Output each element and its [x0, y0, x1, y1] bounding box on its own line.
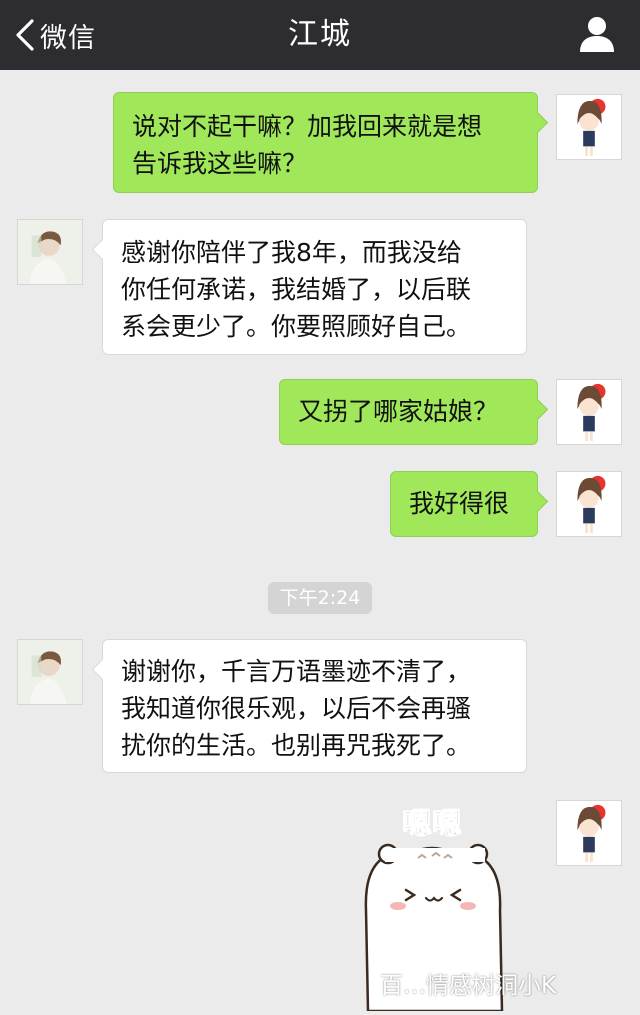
back-label: 微信 — [40, 22, 96, 54]
message-line: 扰你的生活。也别再咒我死了。 — [121, 731, 472, 760]
timestamp-label: 下午2:24 — [268, 582, 372, 614]
chat-info-button[interactable] — [578, 14, 616, 54]
chevron-left-icon — [16, 19, 34, 51]
incoming-message[interactable]: 感谢你陪伴了我8年，而我没给 你任何承诺，我结婚了，以后联 系会更少了。你要照顾… — [91, 219, 527, 355]
my-avatar[interactable] — [556, 94, 622, 160]
my-avatar[interactable] — [556, 471, 622, 537]
girl-avatar-image — [577, 804, 606, 863]
message-line: 又拐了哪家姑娘？ — [298, 397, 499, 426]
incoming-message[interactable]: 谢谢你，千言万语墨迹不清了， 我知道你很乐观，以后不会再骚 扰你的生活。也别再咒… — [91, 639, 527, 773]
message-line: 感谢你陪伴了我8年，而我没给 — [121, 238, 462, 267]
message-line: 我知道你很乐观，以后不会再骚 — [121, 694, 472, 723]
message-line: 说对不起干嘛？加我回来就是想 — [132, 112, 483, 141]
sticker-caption: 嗯嗯 — [402, 807, 462, 842]
message-line: 告诉我这些嘛？ — [132, 149, 308, 178]
girl-avatar-image — [577, 475, 606, 534]
chat-title: 江城 — [288, 17, 352, 52]
photo-avatar-image — [18, 220, 82, 284]
watermark-text: 百…情感树洞小K — [380, 973, 557, 999]
message-line: 谢谢你，千言万语墨迹不清了， — [121, 657, 472, 686]
contact-avatar[interactable] — [17, 219, 83, 285]
outgoing-message[interactable]: 我好得很 — [390, 471, 549, 537]
contact-avatar[interactable] — [17, 639, 83, 705]
outgoing-message[interactable]: 又拐了哪家姑娘？ — [279, 379, 549, 445]
my-avatar[interactable] — [556, 379, 622, 445]
my-avatar[interactable] — [556, 800, 622, 866]
navigation-bar: 微信 江城 — [0, 0, 640, 70]
back-button[interactable]: 微信 — [14, 14, 96, 56]
message-line: 我好得很 — [409, 489, 510, 518]
photo-avatar-image — [18, 640, 82, 704]
outgoing-message[interactable]: 说对不起干嘛？加我回来就是想 告诉我这些嘛？ — [113, 92, 549, 193]
message-line: 系会更少了。你要照顾好自己。 — [121, 312, 472, 341]
person-icon — [580, 17, 614, 52]
message-line: 你任何承诺，我结婚了，以后联 — [121, 275, 472, 304]
girl-avatar-image — [577, 98, 606, 157]
girl-avatar-image — [577, 383, 606, 442]
